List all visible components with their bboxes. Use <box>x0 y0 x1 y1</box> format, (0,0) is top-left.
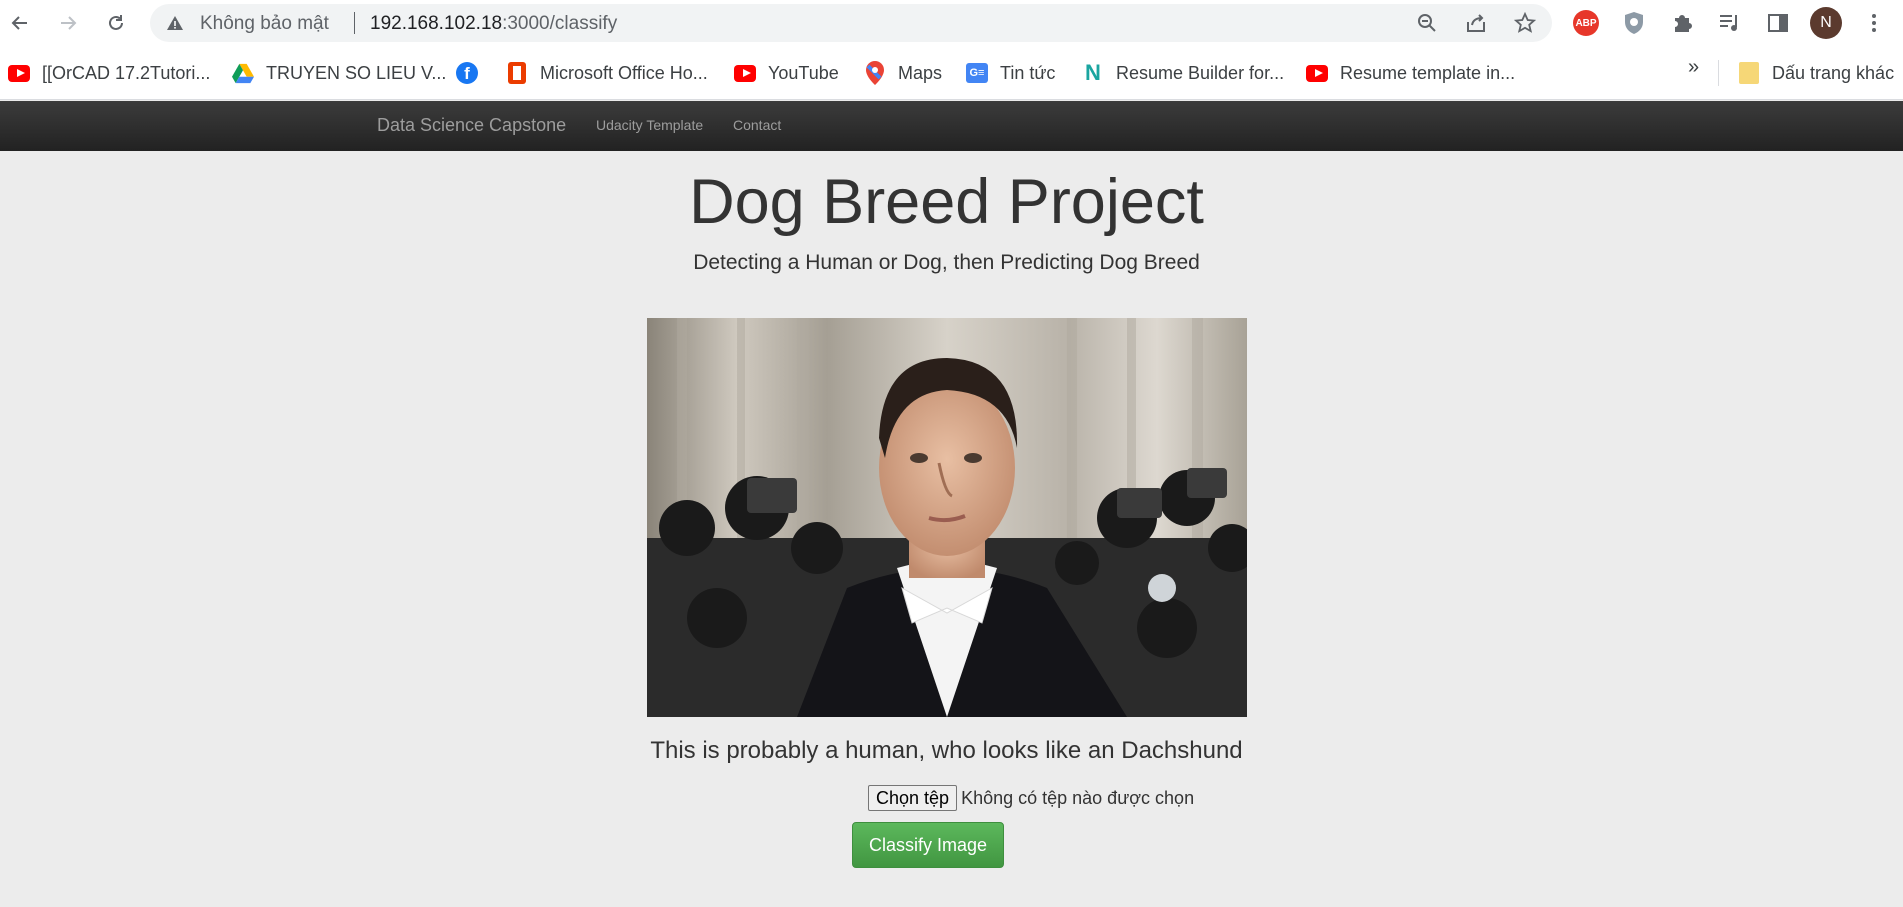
reload-icon <box>109 15 123 30</box>
url-text[interactable]: 192.168.102.18:3000/classify <box>370 13 617 35</box>
warning-icon[interactable] <box>166 15 184 36</box>
site-navbar: Data Science Capstone Udacity Template C… <box>0 101 1903 151</box>
bookmark-resume-builder[interactable]: N Resume Builder for... <box>1082 60 1284 86</box>
bookmark-orcad[interactable]: [[OrCAD 17.2Tutori... <box>8 60 210 86</box>
kebab-menu-icon <box>1872 14 1876 32</box>
bookmarks-divider <box>1718 60 1719 86</box>
page-subtitle: Detecting a Human or Dog, then Predictin… <box>693 251 1200 274</box>
other-bookmarks-label: Dấu trang khác <box>1772 62 1895 83</box>
bookmark-label: YouTube <box>768 62 839 83</box>
navbar-brand[interactable]: Data Science Capstone <box>377 115 566 136</box>
address-bar[interactable]: Không bảo mật 192.168.102.18:3000/classi… <box>150 4 1552 42</box>
bookmark-tin-tuc[interactable]: G≡ Tin tức <box>966 60 1055 86</box>
folder-icon <box>1738 62 1760 84</box>
playlist-icon <box>1720 15 1737 31</box>
bookmarks-bar: [[OrCAD 17.2Tutori... TRUYEN SO LIEU V..… <box>0 46 1903 100</box>
media-control-button[interactable] <box>1716 9 1744 37</box>
bookmark-label: Tin tức <box>1000 62 1056 83</box>
youtube-icon <box>1306 62 1328 84</box>
shield-icon <box>1625 12 1643 34</box>
bookmark-youtube[interactable]: YouTube <box>734 60 839 86</box>
zoom-icon[interactable] <box>1414 10 1440 36</box>
resume-builder-icon: N <box>1085 60 1101 85</box>
forward-button[interactable] <box>52 7 84 39</box>
extensions-button[interactable] <box>1668 9 1696 37</box>
profile-button[interactable]: N <box>1810 7 1842 39</box>
bookmark-label: Maps <box>898 62 943 83</box>
reload-button[interactable] <box>100 7 132 39</box>
google-drive-icon <box>232 62 254 84</box>
page-title: Dog Breed Project <box>689 167 1204 237</box>
browser-toolbar: Không bảo mật 192.168.102.18:3000/classi… <box>0 0 1903 46</box>
classification-result: This is probably a human, who looks like… <box>650 737 1243 764</box>
omnibox-divider <box>354 12 355 34</box>
adblock-icon: ABP <box>1573 10 1599 36</box>
office-icon <box>506 62 528 84</box>
url-path: :3000/classify <box>502 13 618 34</box>
youtube-icon <box>8 62 30 84</box>
adblock-extension-button[interactable]: ABP <box>1572 9 1600 37</box>
bookmark-label: Microsoft Office Ho... <box>540 62 708 83</box>
bookmark-label: Resume template in... <box>1340 62 1516 83</box>
maps-pin-icon <box>864 61 886 85</box>
bookmark-resume-template[interactable]: Resume template in... <box>1306 60 1515 86</box>
back-arrow-icon <box>11 16 27 30</box>
bookmark-label: [[OrCAD 17.2Tutori... <box>42 62 211 83</box>
bookmark-label: Resume Builder for... <box>1116 62 1285 83</box>
bookmark-truyen-so-lieu[interactable]: TRUYEN SO LIEU V... <box>232 60 446 86</box>
google-news-icon: G≡ <box>966 62 988 84</box>
share-icon[interactable] <box>1463 10 1489 36</box>
puzzle-icon <box>1675 15 1692 32</box>
file-status-text: Không có tệp nào được chọn <box>961 787 1195 808</box>
classify-image-button[interactable]: Classify Image <box>852 822 1004 868</box>
bookmark-facebook[interactable]: f <box>456 60 490 86</box>
url-host: 192.168.102.18 <box>370 13 503 34</box>
other-bookmarks-folder[interactable]: Dấu trang khác <box>1738 60 1894 86</box>
shield-extension-button[interactable] <box>1620 9 1648 37</box>
back-button[interactable] <box>4 7 36 39</box>
avatar: N <box>1810 7 1842 39</box>
bookmark-label: TRUYEN SO LIEU V... <box>266 62 447 83</box>
bookmark-maps[interactable]: Maps <box>864 60 942 86</box>
facebook-icon: f <box>456 62 478 84</box>
star-bookmark-icon[interactable] <box>1512 10 1538 36</box>
side-panel-button[interactable] <box>1764 9 1792 37</box>
nav-link-contact[interactable]: Contact <box>733 117 781 133</box>
youtube-icon <box>734 62 756 84</box>
choose-file-button[interactable]: Chọn tệp <box>868 785 958 811</box>
menu-button[interactable] <box>1860 9 1888 37</box>
uploaded-photo <box>647 318 1247 717</box>
file-input[interactable]: Chọn tệp Không có tệp nào được chọn <box>868 785 1194 811</box>
bookmark-office[interactable]: Microsoft Office Ho... <box>506 60 708 86</box>
nav-link-udacity-template[interactable]: Udacity Template <box>596 117 703 133</box>
forward-arrow-icon <box>61 16 77 30</box>
security-status[interactable]: Không bảo mật <box>200 13 329 35</box>
side-panel-icon <box>1768 14 1788 32</box>
more-bookmarks-chevron[interactable]: » <box>1688 56 1699 79</box>
